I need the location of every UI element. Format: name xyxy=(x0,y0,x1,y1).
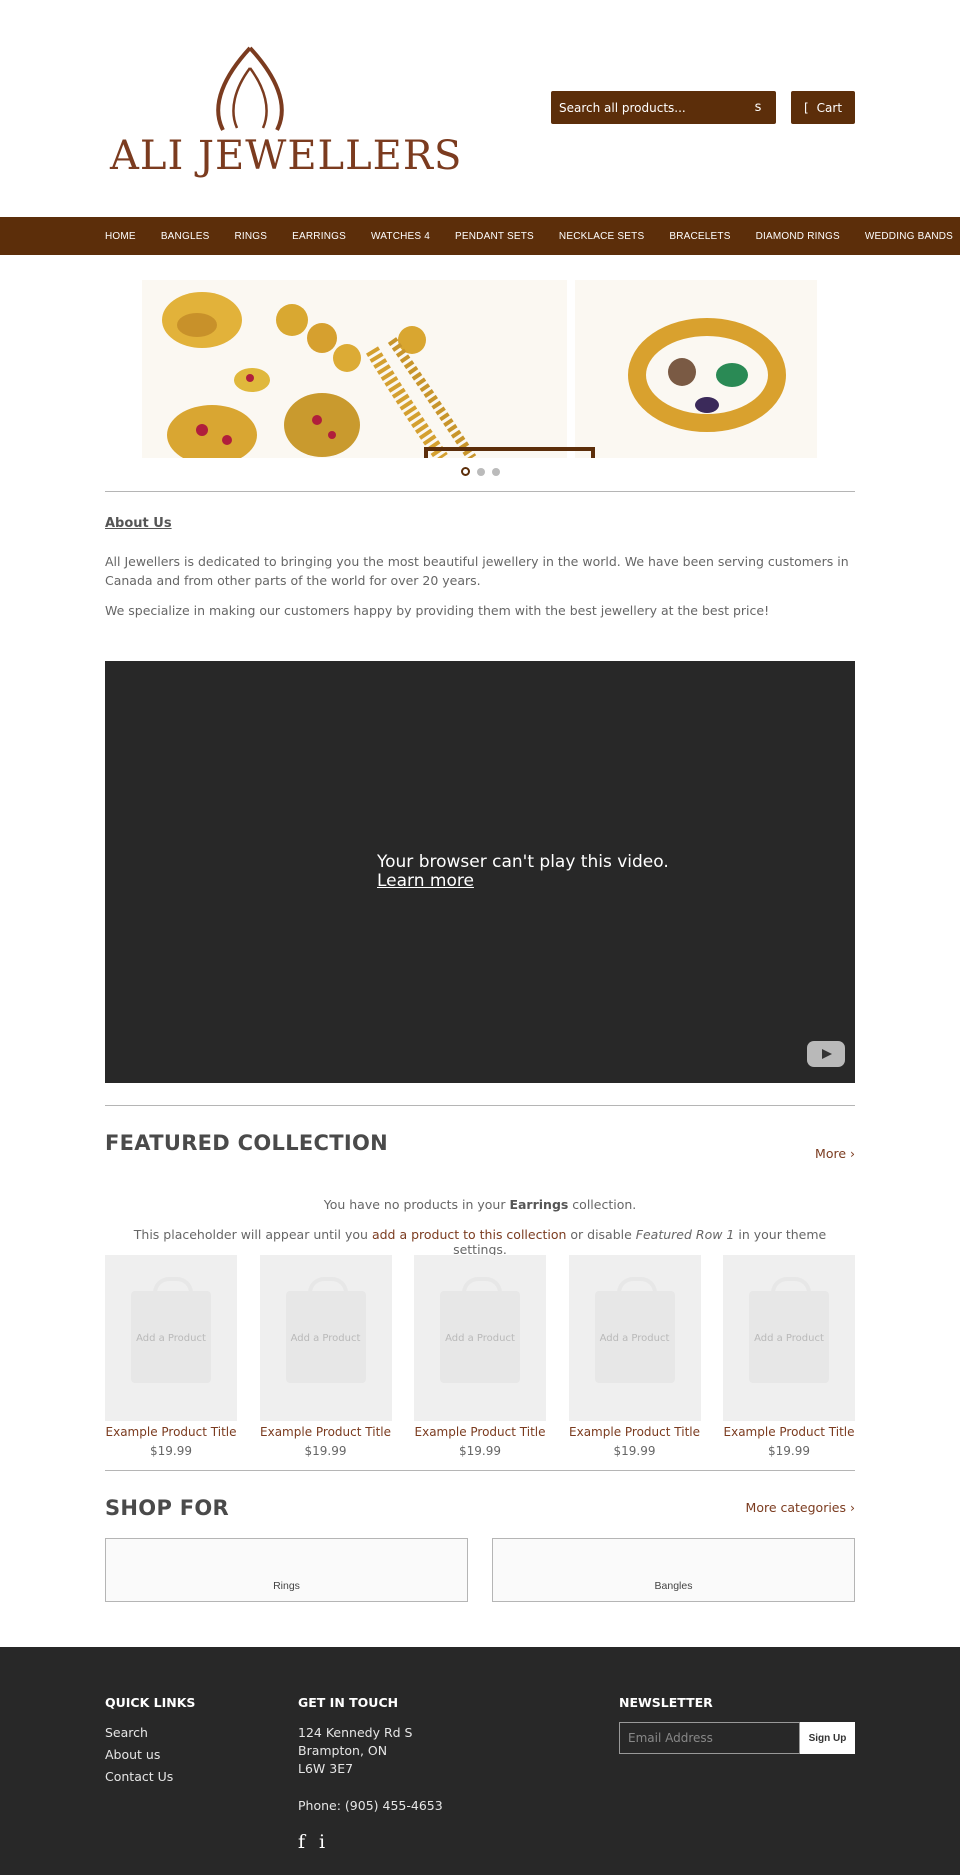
add-product-label: Add a Product xyxy=(599,1332,670,1344)
add-product-label: Add a Product xyxy=(445,1332,515,1344)
newsletter-signup-button[interactable]: Sign Up xyxy=(800,1722,855,1754)
featured-more-link[interactable]: More › xyxy=(780,1146,855,1161)
footer: QUICK LINKS Search About us Contact Us G… xyxy=(0,1647,960,1875)
category-card-bangles[interactable]: Bangles xyxy=(492,1538,855,1602)
slideshow-dots xyxy=(461,467,500,476)
footer-link-search[interactable]: Search xyxy=(105,1725,148,1740)
placeholder-text-mid: or disable xyxy=(566,1227,636,1242)
slide-divider xyxy=(567,280,575,458)
featured-collection-title: FEATURED COLLECTION xyxy=(105,1131,388,1155)
product-price: $19.99 xyxy=(150,1444,192,1458)
add-product-label: Add a Product xyxy=(290,1332,361,1344)
product-price: $19.99 xyxy=(613,1444,656,1458)
more-categories-link[interactable]: More categories › xyxy=(720,1500,855,1515)
nav-item-home[interactable]: HOME xyxy=(105,231,136,242)
product-placeholder-image[interactable]: Add a Product xyxy=(105,1255,237,1421)
placeholder-message: This placeholder will appear until you a… xyxy=(105,1227,855,1257)
phone-number: Phone: (905) 455-4653 xyxy=(298,1798,443,1813)
product-placeholder-image[interactable]: Add a Product xyxy=(259,1255,392,1421)
nav-item-bangles[interactable]: BANGLES xyxy=(161,231,210,242)
newsletter-email-input[interactable] xyxy=(619,1722,800,1754)
product-grid: Add a Product Example Product Title $19.… xyxy=(105,1255,855,1458)
newsletter-title: NEWSLETTER xyxy=(619,1695,713,1710)
product-card[interactable]: Add a Product Example Product Title $19.… xyxy=(723,1255,855,1458)
empty-text-post: collection. xyxy=(568,1197,637,1212)
slide-dot-3[interactable] xyxy=(492,467,500,476)
video-message: Your browser can't play this video. Lear… xyxy=(377,853,669,891)
category-card-rings[interactable]: Rings xyxy=(105,1538,468,1602)
product-card[interactable]: Add a Product Example Product Title $19.… xyxy=(105,1255,237,1458)
about-paragraph-2: We specialize in making our customers ha… xyxy=(105,603,770,618)
about-title[interactable]: About Us xyxy=(105,516,172,531)
facebook-icon[interactable]: f xyxy=(298,1831,305,1853)
product-title[interactable]: Example Product Title xyxy=(723,1425,855,1439)
nav-item-pendant-sets[interactable]: PENDANT SETS xyxy=(455,231,534,242)
video-error-text: Your browser can't play this video. xyxy=(377,852,669,872)
add-product-link[interactable]: add a product to this collection xyxy=(372,1227,566,1242)
product-title[interactable]: Example Product Title xyxy=(414,1425,546,1439)
product-price: $19.99 xyxy=(459,1444,501,1458)
product-placeholder-image[interactable]: Add a Product xyxy=(723,1255,855,1421)
footer-link-about[interactable]: About us xyxy=(105,1747,160,1762)
product-title[interactable]: Example Product Title xyxy=(569,1425,701,1439)
placeholder-text-pre: This placeholder will appear until you xyxy=(133,1227,372,1242)
product-card[interactable]: Add a Product Example Product Title $19.… xyxy=(568,1255,701,1458)
search-bar: s xyxy=(551,91,776,124)
empty-collection-message: You have no products in your Earrings co… xyxy=(105,1197,855,1212)
nav-item-rings[interactable]: RINGS xyxy=(234,231,267,242)
divider xyxy=(105,491,855,492)
nav-item-diamond-rings[interactable]: DIAMOND RINGS xyxy=(756,231,840,242)
product-title[interactable]: Example Product Title xyxy=(105,1425,237,1439)
main-nav: HOME BANGLES RINGS EARRINGS WATCHES 4 PE… xyxy=(0,217,960,255)
address-line-3: L6W 3E7 xyxy=(298,1761,354,1776)
social-links: f i xyxy=(298,1831,325,1853)
cart-label: Cart xyxy=(816,100,843,115)
instagram-icon[interactable]: i xyxy=(319,1831,325,1853)
logo-mark-icon xyxy=(216,46,284,131)
get-in-touch-title: GET IN TOUCH xyxy=(298,1695,399,1710)
add-product-label: Add a Product xyxy=(754,1332,824,1344)
featured-row-setting: Featured Row 1 xyxy=(635,1227,735,1242)
product-placeholder-image[interactable]: Add a Product xyxy=(414,1255,546,1421)
empty-text-pre: You have no products in your xyxy=(323,1197,510,1212)
footer-link-contact[interactable]: Contact Us xyxy=(105,1769,173,1784)
slide-dot-2[interactable] xyxy=(477,467,485,476)
add-product-label: Add a Product xyxy=(136,1332,206,1344)
address-line-2: Brampton, ON xyxy=(298,1743,388,1758)
quick-links-title: QUICK LINKS xyxy=(105,1695,196,1710)
logo-text: ALI JEWELLERS xyxy=(110,133,463,179)
address-line-1: 124 Kennedy Rd S xyxy=(298,1725,413,1740)
divider xyxy=(105,1105,855,1106)
divider xyxy=(105,1470,855,1471)
video-player[interactable]: Your browser can't play this video. Lear… xyxy=(105,661,855,1083)
nav-item-watches[interactable]: WATCHES 4 xyxy=(371,231,430,242)
nav-item-necklace-sets[interactable]: NECKLACE SETS xyxy=(559,231,644,242)
product-title[interactable]: Example Product Title xyxy=(260,1425,392,1439)
slide-caption-frame xyxy=(424,447,595,458)
cart-button[interactable]: [ Cart xyxy=(791,91,855,124)
product-card[interactable]: Add a Product Example Product Title $19.… xyxy=(259,1255,392,1458)
product-card[interactable]: Add a Product Example Product Title $19.… xyxy=(414,1255,546,1458)
slide-dot-1[interactable] xyxy=(461,467,470,476)
product-price: $19.99 xyxy=(768,1444,810,1458)
search-input[interactable] xyxy=(559,100,748,115)
category-label: Rings xyxy=(273,1580,300,1592)
category-label: Bangles xyxy=(654,1580,693,1592)
product-price: $19.99 xyxy=(304,1444,347,1458)
shop-for-title: SHOP FOR xyxy=(105,1496,230,1520)
hero-slideshow[interactable] xyxy=(142,280,817,458)
cart-icon: [ xyxy=(803,100,809,115)
nav-item-earrings[interactable]: EARRINGS xyxy=(292,231,346,242)
collection-name: Earrings xyxy=(509,1197,569,1212)
jewellery-slide-image xyxy=(142,280,817,458)
nav-item-bracelets[interactable]: BRACELETS xyxy=(669,231,730,242)
product-placeholder-image[interactable]: Add a Product xyxy=(568,1255,701,1421)
about-paragraph-1: All Jewellers is dedicated to bringing y… xyxy=(105,554,849,588)
search-button[interactable]: s xyxy=(748,100,768,115)
youtube-icon[interactable] xyxy=(807,1041,845,1067)
nav-item-wedding-bands[interactable]: WEDDING BANDS xyxy=(865,231,953,242)
learn-more-link[interactable]: Learn more xyxy=(377,872,669,891)
